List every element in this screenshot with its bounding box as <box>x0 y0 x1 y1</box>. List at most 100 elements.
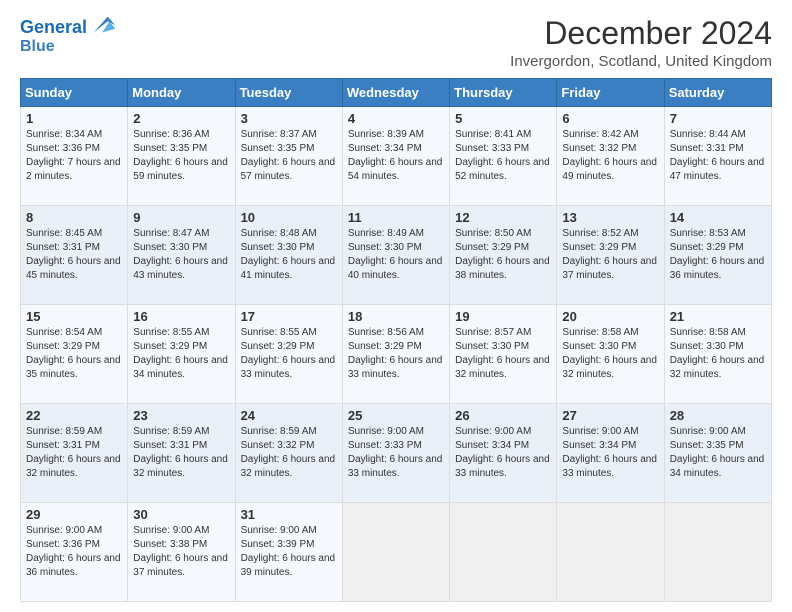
day-number: 21 <box>670 309 766 324</box>
logo-text: General <box>20 18 87 38</box>
cell-details: Sunrise: 8:56 AMSunset: 3:29 PMDaylight:… <box>348 326 444 382</box>
day-number: 10 <box>241 210 337 225</box>
calendar-cell: 2 Sunrise: 8:36 AMSunset: 3:35 PMDaylight… <box>128 107 235 206</box>
day-number: 14 <box>670 210 766 225</box>
cell-details: Sunrise: 9:00 AMSunset: 3:34 PMDaylight:… <box>562 425 658 481</box>
calendar-cell <box>664 503 771 602</box>
col-header-monday: Monday <box>128 79 235 107</box>
day-number: 30 <box>133 507 229 522</box>
logo: General Blue <box>20 16 117 56</box>
calendar-cell: 14 Sunrise: 8:53 AMSunset: 3:29 PMDayligh… <box>664 206 771 305</box>
day-number: 2 <box>133 111 229 126</box>
calendar-cell: 22 Sunrise: 8:59 AMSunset: 3:31 PMDayligh… <box>21 404 128 503</box>
cell-details: Sunrise: 8:36 AMSunset: 3:35 PMDaylight:… <box>133 128 229 184</box>
calendar-header-row: SundayMondayTuesdayWednesdayThursdayFrid… <box>21 79 772 107</box>
logo-blue: Blue <box>20 38 117 56</box>
calendar-cell: 17 Sunrise: 8:55 AMSunset: 3:29 PMDayligh… <box>235 305 342 404</box>
col-header-sunday: Sunday <box>21 79 128 107</box>
calendar-cell <box>342 503 449 602</box>
cell-details: Sunrise: 9:00 AMSunset: 3:36 PMDaylight:… <box>26 524 122 580</box>
main-title: December 2024 <box>510 16 772 51</box>
cell-details: Sunrise: 8:44 AMSunset: 3:31 PMDaylight:… <box>670 128 766 184</box>
day-number: 3 <box>241 111 337 126</box>
calendar-cell: 20 Sunrise: 8:58 AMSunset: 3:30 PMDayligh… <box>557 305 664 404</box>
calendar-cell: 6Sunrise: 8:42 AMSunset: 3:32 PMDaylight… <box>557 107 664 206</box>
page: General Blue December 2024 Invergordon, … <box>0 0 792 612</box>
week-row-3: 15Sunrise: 8:54 AMSunset: 3:29 PMDayligh… <box>21 305 772 404</box>
day-number: 11 <box>348 210 444 225</box>
cell-details: Sunrise: 8:34 AMSunset: 3:36 PMDaylight:… <box>26 128 122 184</box>
day-number: 22 <box>26 408 122 423</box>
day-number: 26 <box>455 408 551 423</box>
day-number: 17 <box>241 309 337 324</box>
day-number: 24 <box>241 408 337 423</box>
calendar-cell: 11Sunrise: 8:49 AMSunset: 3:30 PMDayligh… <box>342 206 449 305</box>
day-number: 7 <box>670 111 766 126</box>
cell-details: Sunrise: 8:57 AMSunset: 3:30 PMDaylight:… <box>455 326 551 382</box>
logo-icon <box>89 12 117 40</box>
calendar-cell: 8 Sunrise: 8:45 AMSunset: 3:31 PMDaylight… <box>21 206 128 305</box>
week-row-1: 1 Sunrise: 8:34 AMSunset: 3:36 PMDaylight… <box>21 107 772 206</box>
cell-details: Sunrise: 8:47 AMSunset: 3:30 PMDaylight:… <box>133 227 229 283</box>
col-header-wednesday: Wednesday <box>342 79 449 107</box>
cell-details: Sunrise: 8:52 AMSunset: 3:29 PMDaylight:… <box>562 227 658 283</box>
col-header-thursday: Thursday <box>450 79 557 107</box>
calendar-cell: 27Sunrise: 9:00 AMSunset: 3:34 PMDayligh… <box>557 404 664 503</box>
day-number: 23 <box>133 408 229 423</box>
calendar-cell: 5Sunrise: 8:41 AMSunset: 3:33 PMDaylight… <box>450 107 557 206</box>
week-row-4: 22 Sunrise: 8:59 AMSunset: 3:31 PMDayligh… <box>21 404 772 503</box>
calendar-cell: 4 Sunrise: 8:39 AMSunset: 3:34 PMDaylight… <box>342 107 449 206</box>
day-number: 9 <box>133 210 229 225</box>
col-header-tuesday: Tuesday <box>235 79 342 107</box>
week-row-2: 8 Sunrise: 8:45 AMSunset: 3:31 PMDaylight… <box>21 206 772 305</box>
cell-details: Sunrise: 8:53 AMSunset: 3:29 PMDaylight:… <box>670 227 766 283</box>
day-number: 8 <box>26 210 122 225</box>
title-block: December 2024 Invergordon, Scotland, Uni… <box>510 16 772 70</box>
cell-details: Sunrise: 9:00 AMSunset: 3:38 PMDaylight:… <box>133 524 229 580</box>
day-number: 28 <box>670 408 766 423</box>
calendar-cell: 1 Sunrise: 8:34 AMSunset: 3:36 PMDaylight… <box>21 107 128 206</box>
cell-details: Sunrise: 9:00 AMSunset: 3:33 PMDaylight:… <box>348 425 444 481</box>
calendar-cell: 31 Sunrise: 9:00 AMSunset: 3:39 PMDayligh… <box>235 503 342 602</box>
day-number: 20 <box>562 309 658 324</box>
week-row-5: 29 Sunrise: 9:00 AMSunset: 3:36 PMDayligh… <box>21 503 772 602</box>
cell-details: Sunrise: 8:58 AMSunset: 3:30 PMDaylight:… <box>562 326 658 382</box>
calendar-cell: 18Sunrise: 8:56 AMSunset: 3:29 PMDayligh… <box>342 305 449 404</box>
cell-details: Sunrise: 9:00 AMSunset: 3:34 PMDaylight:… <box>455 425 551 481</box>
cell-details: Sunrise: 8:59 AMSunset: 3:32 PMDaylight:… <box>241 425 337 481</box>
calendar-cell <box>450 503 557 602</box>
day-number: 1 <box>26 111 122 126</box>
cell-details: Sunrise: 9:00 AMSunset: 3:39 PMDaylight:… <box>241 524 337 580</box>
day-number: 4 <box>348 111 444 126</box>
cell-details: Sunrise: 8:39 AMSunset: 3:34 PMDaylight:… <box>348 128 444 184</box>
day-number: 29 <box>26 507 122 522</box>
day-number: 16 <box>133 309 229 324</box>
col-header-friday: Friday <box>557 79 664 107</box>
cell-details: Sunrise: 8:55 AMSunset: 3:29 PMDaylight:… <box>241 326 337 382</box>
cell-details: Sunrise: 8:42 AMSunset: 3:32 PMDaylight:… <box>562 128 658 184</box>
calendar-cell: 23Sunrise: 8:59 AMSunset: 3:31 PMDayligh… <box>128 404 235 503</box>
calendar-cell: 29 Sunrise: 9:00 AMSunset: 3:36 PMDayligh… <box>21 503 128 602</box>
calendar-cell: 16 Sunrise: 8:55 AMSunset: 3:29 PMDayligh… <box>128 305 235 404</box>
col-header-saturday: Saturday <box>664 79 771 107</box>
calendar-cell: 24 Sunrise: 8:59 AMSunset: 3:32 PMDayligh… <box>235 404 342 503</box>
cell-details: Sunrise: 8:48 AMSunset: 3:30 PMDaylight:… <box>241 227 337 283</box>
calendar-cell: 9 Sunrise: 8:47 AMSunset: 3:30 PMDaylight… <box>128 206 235 305</box>
calendar-cell: 28Sunrise: 9:00 AMSunset: 3:35 PMDayligh… <box>664 404 771 503</box>
calendar-cell: 25Sunrise: 9:00 AMSunset: 3:33 PMDayligh… <box>342 404 449 503</box>
calendar-cell: 30 Sunrise: 9:00 AMSunset: 3:38 PMDayligh… <box>128 503 235 602</box>
calendar-cell: 12Sunrise: 8:50 AMSunset: 3:29 PMDayligh… <box>450 206 557 305</box>
day-number: 13 <box>562 210 658 225</box>
subtitle: Invergordon, Scotland, United Kingdom <box>510 53 772 70</box>
calendar-cell: 15Sunrise: 8:54 AMSunset: 3:29 PMDayligh… <box>21 305 128 404</box>
day-number: 19 <box>455 309 551 324</box>
day-number: 12 <box>455 210 551 225</box>
calendar-cell: 7 Sunrise: 8:44 AMSunset: 3:31 PMDaylight… <box>664 107 771 206</box>
day-number: 5 <box>455 111 551 126</box>
cell-details: Sunrise: 8:45 AMSunset: 3:31 PMDaylight:… <box>26 227 122 283</box>
calendar-table: SundayMondayTuesdayWednesdayThursdayFrid… <box>20 78 772 602</box>
day-number: 31 <box>241 507 337 522</box>
cell-details: Sunrise: 8:55 AMSunset: 3:29 PMDaylight:… <box>133 326 229 382</box>
calendar-cell: 13 Sunrise: 8:52 AMSunset: 3:29 PMDayligh… <box>557 206 664 305</box>
cell-details: Sunrise: 8:59 AMSunset: 3:31 PMDaylight:… <box>26 425 122 481</box>
